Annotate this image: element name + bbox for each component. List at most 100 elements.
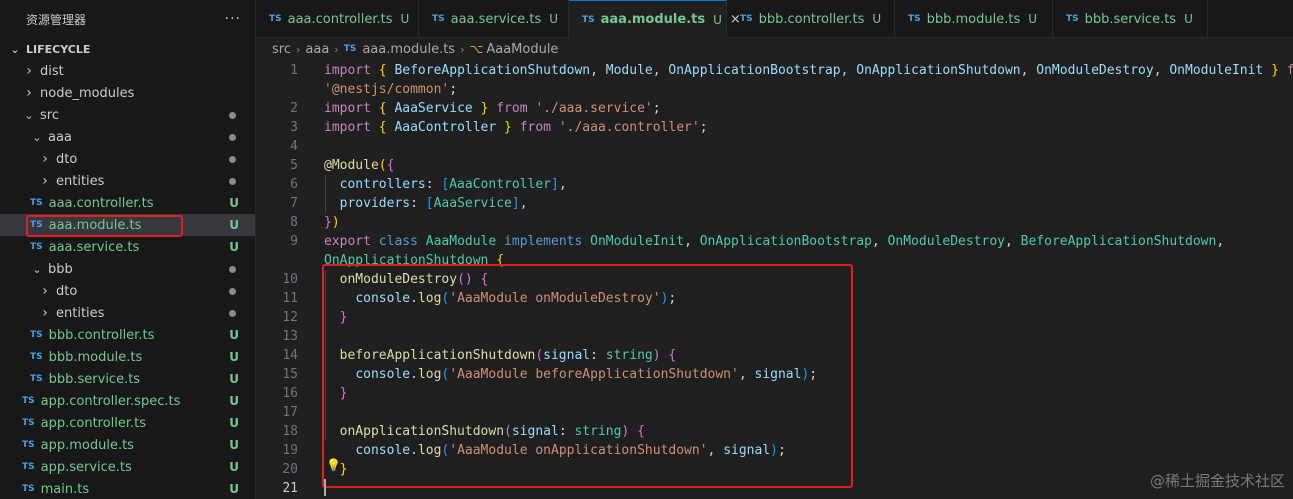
tree-file[interactable]: TS app.controller.spec.ts U [0,390,255,412]
code-line: 12 } [256,308,1293,327]
tree-file[interactable]: TS bbb.controller.ts U [0,324,255,346]
code-token: ; [449,82,458,97]
chevron-right-icon: › [334,42,339,56]
code-token: } [504,120,512,135]
line-number: 6 [290,177,298,192]
code-line: OnApplicationShutdown { [256,251,1293,270]
editor-tab[interactable]: TS aaa.controller.ts U [256,0,419,38]
code-token: { [480,272,489,287]
tree-item-label: dto [56,151,78,167]
tree-item-label: main.ts [40,481,90,497]
git-status-badge: U [229,196,239,210]
typescript-file-icon: TS [22,440,35,450]
code-token: from [519,120,551,135]
chevron-down-icon: ⌄ [10,42,20,56]
tree-file[interactable]: TS aaa.module.ts U [0,214,255,236]
chevron-right-icon: › [42,305,48,321]
lightbulb-icon[interactable]: 💡 [326,458,341,472]
tree-file[interactable]: TS aaa.controller.ts U [0,192,255,214]
editor-tab[interactable]: TS bbb.service.ts U [1053,0,1208,38]
tree-file[interactable]: TS app.service.ts U [0,456,255,478]
tree-file[interactable]: TS main.ts U [0,478,255,499]
modified-dot-icon [229,178,236,185]
breadcrumb-file[interactable]: aaa.module.ts [362,42,455,57]
code-token: signal [723,443,771,458]
tree-folder[interactable]: › dto [0,280,255,302]
tree-file[interactable]: TS bbb.module.ts U [0,346,255,368]
code-text: controllers: [AaaController], [324,175,567,194]
line-number: 7 [290,196,298,211]
typescript-file-icon: TS [582,14,595,25]
code-token: onModuleDestroy [339,272,458,287]
tree-folder[interactable]: › dist [0,60,255,82]
text-cursor [324,479,326,496]
tree-folder[interactable]: ⌄ aaa [0,126,255,148]
editor-tab[interactable]: TS aaa.module.ts U × [569,0,741,38]
code-line: 11 console.log('AaaModule onModuleDestro… [256,289,1293,308]
line-number: 16 [282,386,298,401]
typescript-file-icon: TS [30,330,43,340]
tree-folder[interactable]: ⌄ LIFECYCLE [0,38,255,60]
tree-folder[interactable]: › entities [0,170,255,192]
code-text: console.log('AaaModule onApplicationShut… [324,441,786,460]
tree-item-label: bbb [48,261,73,277]
tree-folder[interactable]: › entities [0,302,255,324]
tab-label: aaa.service.ts [450,11,542,27]
tab-label: aaa.module.ts [600,12,706,27]
tree-folder[interactable]: › node_modules [0,82,255,104]
tree-file[interactable]: TS app.module.ts U [0,434,255,456]
tree-file[interactable]: TS bbb.service.ts U [0,368,255,390]
breadcrumb-item[interactable]: src [272,42,291,57]
code-text: } [324,384,348,403]
line-number: 11 [282,291,298,306]
code-token: string [574,424,622,439]
tree-item-label: app.controller.spec.ts [40,393,181,409]
tree-folder[interactable]: ⌄ src [0,104,255,126]
code-token: , [1020,63,1037,78]
code-token: ( [535,348,544,363]
tree-file[interactable]: TS app.controller.ts U [0,412,255,434]
code-token: onApplicationShutdown [339,424,505,439]
tree-item-label: aaa.module.ts [48,217,142,233]
tree-folder[interactable]: › dto [0,148,255,170]
tab-label: bbb.service.ts [1084,11,1177,27]
breadcrumb-item[interactable]: aaa [305,42,329,57]
tree-item-label: aaa.controller.ts [48,195,154,211]
code-token: : [590,348,606,363]
code-token: , [1153,63,1170,78]
code-token: AaaController [394,120,497,135]
code-token: OnApplicationBootstrap [699,234,872,249]
editor-tab[interactable]: TS aaa.service.ts U [419,0,569,38]
line-number: 17 [282,405,298,420]
more-actions-icon[interactable]: ··· [225,11,241,27]
code-token: } [339,386,348,401]
modified-dot-icon [229,112,236,119]
breadcrumb-symbol[interactable]: AaaModule [486,42,558,57]
code-token: { [496,253,505,268]
code-token: signal [754,367,802,382]
code-token: log [417,443,442,458]
editor-tab[interactable]: TS bbb.module.ts U [895,0,1053,38]
code-token: ) [770,443,778,458]
code-line: 9 export class AaaModule implements OnMod… [256,232,1293,251]
typescript-file-icon: TS [432,14,445,24]
code-line: 14 beforeApplicationShutdown(signal: str… [256,346,1293,365]
editor-tab[interactable]: TS bbb.controller.ts U [727,0,895,38]
code-token: OnApplicationShutdown [324,253,489,268]
code-token: import [324,101,371,116]
code-token: ; [652,101,661,116]
code-editor[interactable]: 1 import { BeforeApplicationShutdown, Mod… [256,60,1293,499]
line-number: 15 [282,367,298,382]
code-token: : [410,196,426,211]
git-status-badge: U [229,394,239,408]
code-token: , [871,234,888,249]
modified-dot-icon [229,134,236,141]
tree-item-label: entities [56,305,105,321]
tree-file[interactable]: TS aaa.service.ts U [0,236,255,258]
tree-folder[interactable]: ⌄ bbb [0,258,255,280]
